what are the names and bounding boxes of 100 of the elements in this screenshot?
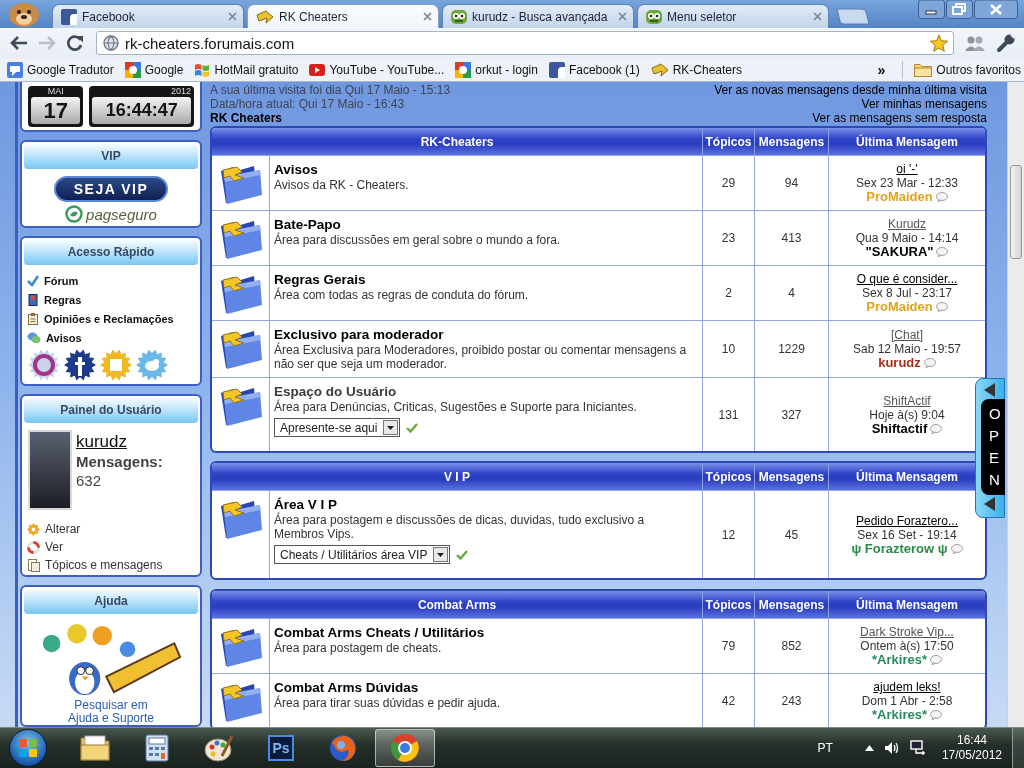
taskbar-date[interactable]: 17/05/2012 (941, 748, 1002, 763)
caret-up-icon[interactable] (864, 745, 874, 751)
language-indicator[interactable]: PT (817, 741, 833, 755)
speech-bubble-icon[interactable] (923, 358, 936, 368)
taskbar-app-button[interactable] (375, 729, 435, 767)
scrollbar-thumb[interactable] (1010, 165, 1022, 259)
forum-title[interactable]: Combat Arms Dúvidas (274, 680, 419, 695)
forum-title[interactable]: Espaço do Usuário (274, 384, 397, 399)
browser-tab[interactable]: RK Cheaters (247, 4, 439, 28)
bookmark-link[interactable]: HotMail gratuito (194, 61, 299, 78)
speech-bubble-icon[interactable] (936, 247, 949, 257)
wrench-icon[interactable] (996, 33, 1016, 53)
category-title[interactable]: V I P (212, 463, 702, 490)
last-post-link[interactable]: oi '-' (896, 162, 918, 176)
side-tab-button[interactable]: OPEN (981, 399, 1005, 495)
left-triangle-icon[interactable] (984, 383, 996, 397)
close-icon[interactable] (618, 12, 627, 21)
author-link[interactable]: "SAKURA" (865, 245, 934, 259)
speech-bubble-icon[interactable] (929, 655, 942, 665)
back-icon[interactable] (10, 35, 28, 51)
new-tab-button[interactable] (836, 8, 870, 25)
speaker-icon[interactable] (883, 741, 900, 755)
last-post-link[interactable]: O que é consider... (856, 272, 958, 286)
taskbar-app-button[interactable]: Ps (251, 729, 311, 767)
bookmark-link[interactable]: Facebook (1) (548, 61, 640, 78)
document-icon (27, 558, 40, 572)
forum-title[interactable]: Bate-Papo (274, 217, 341, 232)
forum-title[interactable]: Área V I P (274, 497, 338, 512)
last-post-link[interactable]: ShiftActif (883, 393, 931, 408)
bookmark-link[interactable]: orkut - login (455, 61, 538, 78)
author-link[interactable]: *Arkires* (872, 708, 927, 722)
speech-bubble-icon[interactable] (929, 710, 942, 720)
user-panel-link[interactable]: Ver (27, 538, 200, 556)
show-desktop-button[interactable] (1012, 728, 1024, 768)
cloud-splash-icon[interactable] (135, 348, 169, 382)
quick-link[interactable]: Opiniões e Reclamações (27, 309, 200, 328)
network-icon[interactable] (909, 740, 926, 756)
help-search-link[interactable]: Pesquisar em Ajuda e Suporte (61, 699, 161, 725)
speech-bubble-icon[interactable] (950, 543, 963, 554)
last-post-link[interactable]: Pedido Foraztero... (855, 513, 959, 528)
topic-count: 131 (702, 377, 754, 451)
subforum-select[interactable]: Apresente-se aqui (274, 418, 401, 437)
close-icon[interactable] (423, 12, 432, 21)
people-icon[interactable] (964, 34, 986, 52)
last-post-link[interactable]: [Chat] (891, 328, 923, 342)
category-title[interactable]: Combat Arms (212, 591, 702, 618)
last-post-link[interactable]: Kurudz (888, 217, 926, 231)
speech-bubble-icon[interactable] (935, 302, 948, 312)
speech-bubble-icon[interactable] (930, 423, 943, 434)
browser-tab[interactable]: kurudz - Busca avançada (442, 4, 634, 28)
author-link[interactable]: ψ Forazterow ψ (851, 541, 948, 556)
user-panel-link[interactable]: Alterar (27, 520, 200, 538)
ring-splash-icon[interactable] (27, 348, 61, 382)
last-post-link[interactable]: ajudem leks! (873, 680, 941, 694)
category-title[interactable]: RK-Cheaters (212, 128, 702, 155)
close-icon[interactable] (974, 0, 1018, 19)
browser-tab[interactable]: Menu seletor (637, 4, 829, 28)
speech-bubble-icon[interactable] (935, 192, 948, 202)
close-icon[interactable] (813, 12, 822, 21)
forum-title[interactable]: Combat Arms Cheats / Utilitários (274, 625, 485, 640)
quick-link[interactable]: Avisos (27, 328, 200, 347)
other-bookmarks-folder[interactable]: Outros favoritos (914, 62, 1021, 77)
forum-title[interactable]: Exclusivo para moderador (274, 327, 444, 342)
payment-logo-text[interactable]: pagseguro (86, 205, 157, 223)
reload-icon[interactable] (66, 34, 84, 52)
search-link[interactable]: Ver minhas mensagens (861, 97, 987, 111)
username-link[interactable]: kurudz (76, 432, 128, 452)
search-link[interactable]: Ver as novas mensagens desde minha última visita (714, 83, 987, 97)
check-icon[interactable] (456, 549, 469, 560)
forum-name-link[interactable]: RK Cheaters (210, 111, 283, 125)
quick-link[interactable]: Fórum (27, 271, 200, 290)
bookmark-link[interactable]: RK-Cheaters (650, 62, 742, 77)
last-post-link[interactable]: Dark Stroke Vip... (860, 625, 954, 639)
bookmark-link[interactable]: Google (124, 61, 184, 78)
quick-link[interactable]: Regras (27, 290, 200, 309)
browser-tab[interactable]: Facebook (52, 4, 244, 28)
vip-button[interactable]: SEJA VIP (54, 176, 168, 202)
forum-title[interactable]: Regras Gerais (274, 272, 366, 287)
check-icon[interactable] (406, 422, 419, 433)
author-link[interactable]: Shiftactif (871, 421, 928, 436)
profile-avatar-icon[interactable] (6, 0, 42, 27)
bookmark-link[interactable]: Google Tradutor (7, 61, 114, 78)
start-button[interactable] (9, 729, 47, 767)
maximize-icon[interactable] (946, 0, 973, 19)
close-icon[interactable] (228, 12, 237, 21)
left-triangle-icon[interactable] (984, 497, 996, 511)
taskbar-time[interactable]: 16:44 (956, 733, 987, 748)
author-link[interactable]: kurudz (878, 356, 921, 370)
minimize-icon[interactable] (918, 0, 945, 19)
forum-title[interactable]: Avisos (274, 162, 318, 177)
subforum-select[interactable]: Cheats / Utilitários área VIP (274, 545, 451, 564)
forum-description: Avisos da RK - Cheaters. (274, 178, 410, 192)
search-link[interactable]: Ver as mensagens sem resposta (812, 111, 987, 125)
user-panel-link[interactable]: Tópicos e mensagens (27, 556, 200, 574)
address-field[interactable]: rk-cheaters.forumais.com (96, 31, 954, 55)
cross-splash-icon[interactable] (63, 348, 97, 382)
bookmark-link[interactable]: YouTube - YouTube... (309, 62, 445, 77)
more-bookmarks-button[interactable]: » (877, 61, 886, 78)
author-link[interactable]: *Arkires* (872, 653, 927, 667)
star-icon[interactable] (929, 33, 949, 53)
